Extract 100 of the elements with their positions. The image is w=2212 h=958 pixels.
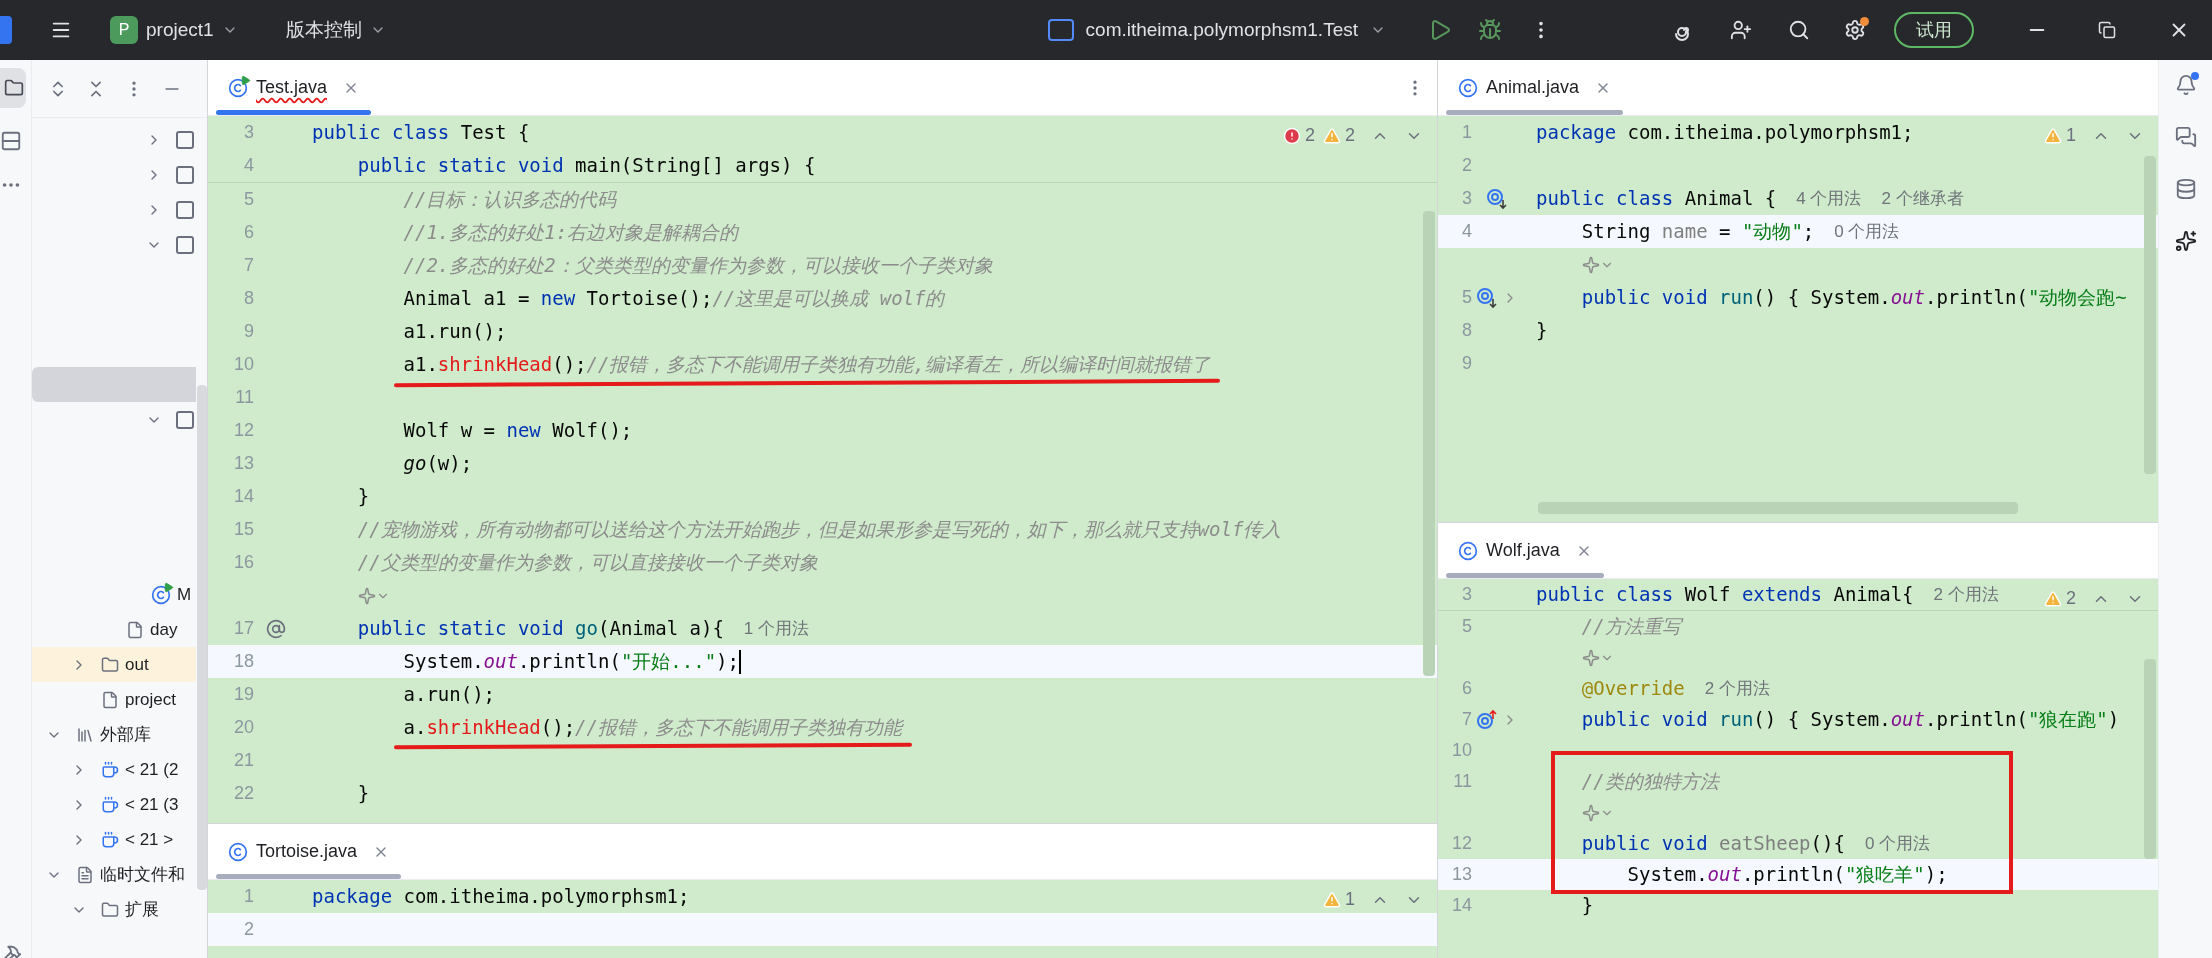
code-line: public void run() { System.out.println("狼在跑") (1580, 708, 2120, 731)
warning-count[interactable]: 1 (1323, 886, 1355, 913)
line-number: 10 (232, 353, 254, 376)
ai-actions-icon[interactable] (1581, 648, 1614, 667)
line-number: 5 (1461, 286, 1472, 309)
usage-hint[interactable]: 4 个用法 (1796, 185, 1862, 212)
code-line: public class Wolf extends Animal{ (1536, 583, 1914, 606)
warning-count[interactable]: 1 (2044, 122, 2076, 149)
line-number: 10 (1450, 739, 1472, 762)
vcs-menu[interactable]: 版本控制 (285, 15, 386, 45)
scrollbar-thumb[interactable] (1423, 211, 1435, 676)
tree-item[interactable]: M (177, 581, 192, 608)
line-number: 13 (232, 452, 254, 475)
class-icon (228, 841, 248, 862)
structure-icon[interactable] (0, 130, 22, 152)
class-icon (1458, 77, 1478, 98)
settings-icon[interactable] (1844, 19, 1866, 41)
file-tab[interactable]: Test.java (216, 60, 372, 115)
line-number: 17 (232, 617, 254, 640)
overriding-icon[interactable] (1476, 708, 1498, 731)
line-number: 20 (232, 716, 254, 739)
line-number: 6 (1461, 677, 1472, 700)
code-line: package com.itheima.polymorphsm1; (312, 885, 690, 908)
error-icon (1282, 126, 1301, 145)
notifications-icon[interactable] (2174, 74, 2197, 96)
usage-hint[interactable]: 2 个继承者 (1881, 185, 1964, 212)
line-number: 21 (232, 749, 254, 772)
line-number: 12 (232, 419, 254, 442)
code-editor[interactable]: 1 package com.itheima.polymorphsm1; 2 3 public class Animal { 4 个用法 2 个继承者 4 String name = "动物"; 0 个用法 5 public void run() { System.out.println("动物会跑~ 8 } 9 1 (1438, 116, 2158, 522)
code-line: } (356, 485, 370, 508)
ai-actions-icon[interactable] (1581, 255, 1614, 274)
module-icon (176, 130, 194, 149)
tree-item[interactable]: < 21 > (125, 826, 174, 853)
code-line: a.shrinkHead();//报错，多态下不能调用子类独有功能 (402, 716, 902, 739)
code-line: @Override (1580, 677, 1685, 700)
search-icon[interactable] (1788, 19, 1810, 41)
code-editor[interactable]: 1 package com.itheima.polymorphsm1; 2 1 (208, 880, 1437, 958)
debug-icon[interactable] (1478, 18, 1502, 42)
line-number: 5 (1461, 615, 1472, 638)
scrollbar-thumb[interactable] (2144, 659, 2156, 859)
project-switcher[interactable]: P project1 (102, 11, 246, 49)
tree-item[interactable]: < 21 (3 (125, 791, 179, 818)
jdk-icon (101, 830, 119, 849)
error-count[interactable]: 2 (1282, 122, 1315, 149)
line-number: 22 (232, 782, 254, 805)
warning-icon (2044, 126, 2062, 145)
warning-count[interactable]: 2 (2044, 585, 2076, 612)
tree-item[interactable]: 扩展 (125, 896, 159, 923)
tree-item[interactable]: day (150, 616, 178, 643)
jdk-icon (101, 795, 119, 814)
usage-hint[interactable]: 2 个用法 (1933, 581, 1999, 608)
code-line: //宠物游戏，所有动物都可以送给这个方法开始跑步，但是如果形参是写死的，如下，那么就只支持wolf传入 (356, 518, 1282, 541)
database-icon[interactable] (2174, 178, 2197, 200)
code-line: System.out.println("狼吃羊"); (1626, 863, 1948, 886)
usage-hint[interactable]: 0 个用法 (1834, 218, 1900, 245)
usage-hint[interactable]: 2 个用法 (1704, 675, 1770, 702)
restore-icon[interactable] (2098, 21, 2116, 39)
code-line: public static void main(String[] args) { (356, 154, 816, 177)
scrollbar-thumb[interactable] (197, 385, 207, 890)
add-user-icon[interactable] (1730, 19, 1752, 41)
ai-actions-icon[interactable] (1581, 803, 1614, 822)
code-line: package com.itheima.polymorphsm1; (1536, 121, 1914, 144)
line-number: 9 (1461, 352, 1472, 375)
tree-row[interactable]: out (32, 647, 196, 682)
folder-icon (4, 78, 24, 98)
line-number: 13 (1450, 863, 1472, 886)
warning-count[interactable]: 2 (1323, 122, 1355, 149)
tree-item[interactable]: 外部库 (100, 721, 151, 748)
file-tab[interactable]: Tortoise.java (216, 824, 402, 879)
line-number: 18 (232, 650, 254, 673)
line-number: 3 (1461, 187, 1472, 210)
chat-icon[interactable] (2174, 126, 2197, 148)
code-line: public class Test { (312, 121, 530, 144)
line-number: 2 (243, 918, 254, 941)
file-icon (126, 620, 144, 639)
code-line: Wolf w = new Wolf(); (402, 419, 633, 442)
scrollbar-thumb[interactable] (1538, 502, 2018, 514)
at-icon[interactable] (266, 618, 286, 639)
implemented-icon[interactable] (1486, 187, 1508, 210)
tree-item[interactable]: 临时文件和 (100, 861, 185, 888)
usage-hint[interactable]: 0 个用法 (1864, 830, 1931, 857)
line-number: 3 (243, 121, 254, 144)
sparkles-icon[interactable] (2174, 230, 2197, 252)
tree-item[interactable]: < 21 (2 (125, 756, 179, 783)
line-number: 4 (1461, 220, 1472, 243)
text-cursor (738, 649, 741, 674)
tree-item[interactable]: project (125, 686, 177, 713)
scrollbar-thumb[interactable] (2144, 156, 2156, 474)
ai-actions-icon[interactable] (357, 586, 390, 605)
trial-button[interactable]: 试用 (1894, 12, 1974, 48)
file-icon (101, 690, 119, 709)
code-line: //目标：认识多态的代码 (402, 188, 617, 211)
code-editor[interactable] (208, 116, 1437, 823)
jdk-icon (101, 760, 119, 779)
code-editor[interactable] (1438, 579, 2158, 958)
tree-item[interactable]: out (125, 651, 149, 678)
run-configuration[interactable]: com.itheima.polymorphsm1.Test (1047, 15, 1386, 45)
implemented-icon[interactable] (1476, 286, 1498, 309)
usage-hint[interactable]: 1 个用法 (743, 615, 810, 642)
project-tool-button[interactable] (0, 68, 26, 108)
